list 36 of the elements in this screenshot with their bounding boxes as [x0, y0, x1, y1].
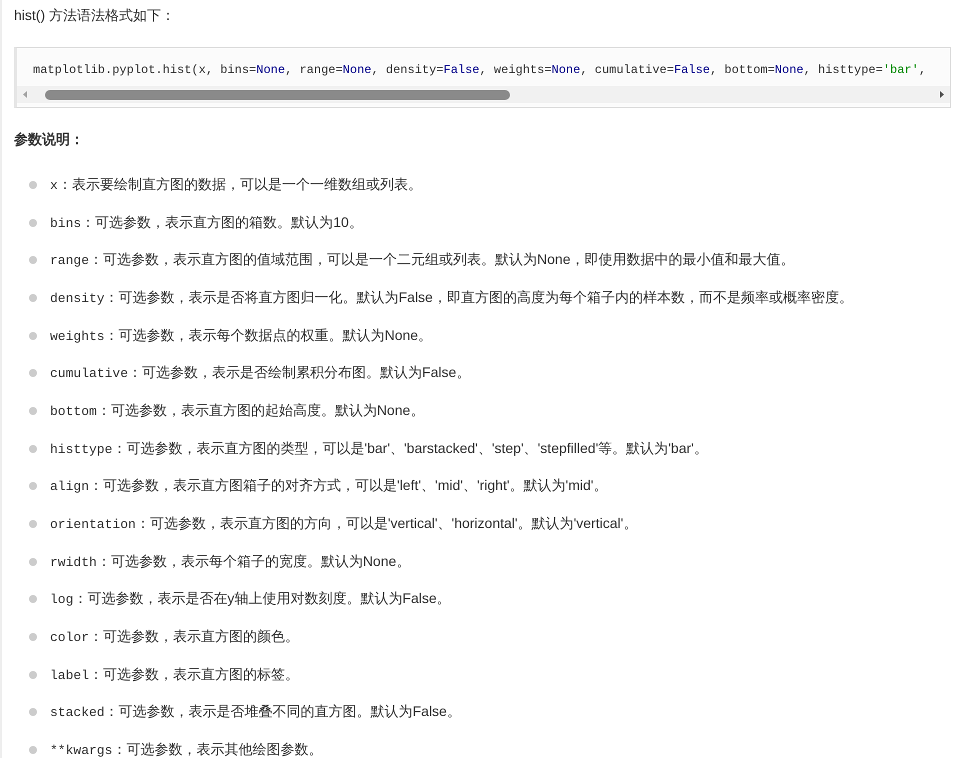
bullet-icon — [29, 369, 37, 378]
bullet-icon — [29, 520, 37, 528]
intro-text: hist() 方法语法格式如下： — [14, 6, 176, 25]
parameter-description: stacked：可选参数，表示是否堆叠不同的直方图。默认为False。 — [50, 702, 461, 722]
bullet-icon — [29, 558, 37, 566]
parameter-description: density：可选参数，表示是否将直方图归一化。默认为False，即直方图的高度为每个箱子内的样本数，而不是频率或概率密度。 — [50, 288, 853, 308]
parameter-description: range：可选参数，表示直方图的值域范围，可以是一个二元组或列表。默认为None，即使用数据中的最小值和最大值。 — [50, 250, 794, 270]
parameter-description: weights：可选参数，表示每个数据点的权重。默认为None。 — [50, 326, 432, 346]
section-heading: 参数说明： — [14, 130, 85, 149]
parameter-description: bins：可选参数，表示直方图的箱数。默认为10。 — [50, 212, 363, 233]
parameter-description: cumulative：可选参数，表示是否绘制累积分布图。默认为False。 — [50, 363, 470, 384]
parameter-description: color：可选参数，表示直方图的颜色。 — [50, 627, 300, 648]
parameter-description: bottom：可选参数，表示直方图的起始高度。默认为None。 — [50, 400, 424, 421]
parameter-description: label：可选参数，表示直方图的标签。 — [50, 664, 300, 685]
bullet-icon — [29, 670, 37, 679]
parameter-description: x：表示要绘制直方图的数据，可以是一个一维数组或列表。 — [50, 174, 422, 195]
bullet-icon — [29, 294, 37, 302]
bullet-icon — [29, 746, 37, 754]
bullet-icon — [29, 482, 37, 490]
scrollbar-thumb[interactable] — [45, 90, 510, 100]
parameter-description: log：可选参数，表示是否在y轴上使用对数刻度。默认为False。 — [50, 589, 451, 610]
bullet-icon — [29, 708, 37, 716]
bullet-icon — [29, 332, 37, 340]
parameter-description: **kwargs：可选参数，表示其他绘图参数。 — [50, 740, 322, 758]
bullet-icon — [29, 595, 37, 604]
parameter-description: orientation：可选参数，表示直方图的方向，可以是'vertical'、'horizontal'。默认为'vertical'。 — [50, 514, 638, 534]
bullet-icon — [29, 444, 37, 453]
bullet-icon — [29, 256, 37, 264]
bullet-icon — [29, 218, 37, 227]
bullet-icon — [29, 406, 37, 415]
horizontal-scrollbar[interactable] — [17, 86, 950, 103]
parameter-description: histtype：可选参数，表示直方图的类型，可以是'bar'、'barstacked'、'step'、'stepfilled'等。默认为'bar'。 — [50, 438, 708, 459]
parameter-description: align：可选参数，表示直方图箱子的对齐方式，可以是'left'、'mid'、'right'。默认为'mid'。 — [50, 476, 608, 496]
parameter-description: rwidth：可选参数，表示每个箱子的宽度。默认为None。 — [50, 552, 410, 572]
bullet-icon — [29, 180, 37, 189]
bullet-icon — [29, 633, 37, 642]
